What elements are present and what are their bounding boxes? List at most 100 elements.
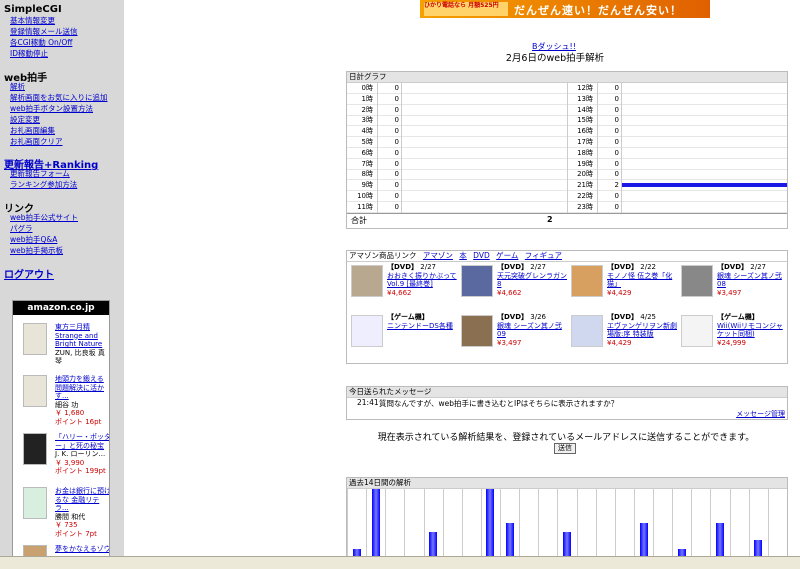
hour-row: 9時 0 — [347, 180, 567, 190]
message-manage-link[interactable]: メッセージ管理 — [736, 409, 785, 419]
amazon-item-title[interactable]: 地頭力を鍛える 問題解決に活かす... — [55, 375, 109, 401]
product-category: 【DVD】 — [497, 263, 529, 271]
sidebar-item-ranking[interactable]: ランキング参加方法 — [10, 180, 77, 189]
product-image[interactable] — [681, 315, 713, 347]
tab-dvd[interactable]: DVD — [473, 251, 490, 260]
product-text: 【DVD】 4/25 エヴァンゲリヲン新劇場版:序 特装版 ¥4,429 — [607, 313, 677, 347]
sidebar-item-id-stop[interactable]: ID稼動停止 — [10, 49, 48, 58]
book-cover-image[interactable] — [23, 433, 47, 465]
hour-row: 7時 0 — [347, 159, 567, 169]
hour-bar — [622, 183, 787, 188]
sidebar-item-mail[interactable]: 登録情報メール送信 — [10, 27, 78, 36]
send-description: 現在表示されている解析結果を、登録されているメールアドレスに送信することができま… — [377, 433, 755, 443]
book-cover-image[interactable] — [23, 545, 47, 556]
product-name[interactable]: モノノ怪 伍之巻「化猫」 — [607, 272, 672, 289]
book-cover-image[interactable] — [23, 323, 47, 355]
product-date: 2/22 — [640, 263, 657, 271]
sidebar-item-bbs[interactable]: web拍手掲示板 — [10, 246, 63, 255]
product-name[interactable]: Wii(Wiiリモコンジャケット同梱) — [717, 322, 783, 339]
product-name[interactable]: 銀魂 シーズン其ノ弐 09 — [497, 322, 562, 339]
hour-row: 18時 0 — [567, 148, 787, 158]
product-image[interactable] — [351, 265, 383, 297]
product-item[interactable]: 【ゲーム機】 Wii(Wiiリモコンジャケット同梱) ¥24,999 — [679, 313, 785, 353]
book-cover-image[interactable] — [23, 375, 47, 407]
day-divider — [634, 489, 635, 557]
sidebar-item-analysis[interactable]: 解析 — [10, 82, 25, 91]
hour-value: 0 — [394, 170, 399, 179]
product-text: 【DVD】 3/26 銀魂 シーズン其ノ弐 09 ¥3,497 — [497, 313, 567, 347]
hour-row: 0時 0 — [347, 83, 567, 93]
hour-value: 0 — [394, 148, 399, 157]
hour-value: 0 — [394, 159, 399, 168]
product-item[interactable]: 【DVD】 2/27 銀魂 シーズン其ノ弐 08 ¥3,497 — [679, 263, 785, 303]
sidebar-item-thanks-clear[interactable]: お礼画面クリア — [10, 137, 63, 146]
amazon-item-title[interactable]: 夢をかなえるゾウ — [55, 545, 109, 554]
sidebar-item-settings[interactable]: 設定変更 — [10, 115, 40, 124]
product-name[interactable]: 天元突破グレンラガン 8 — [497, 272, 567, 289]
hour-value: 0 — [614, 192, 619, 200]
hour-row: 8時 0 — [347, 169, 567, 179]
amazon-item-points: ポイント 16pt — [55, 417, 102, 426]
sidebar-item-button-setup[interactable]: web拍手ボタン設置方法 — [10, 104, 93, 113]
amazon-item-title[interactable]: 「ハリー・ポッター」と死の秘宝 — [55, 433, 109, 450]
hour-value: 0 — [394, 105, 399, 114]
product-image[interactable] — [681, 265, 713, 297]
amazon-item-title[interactable]: 東方三月精 Strange and Bright Nature — [55, 323, 109, 349]
sidebar-item-update-form[interactable]: 更新報告フォーム — [10, 169, 70, 178]
product-name[interactable]: 銀魂 シーズン其ノ弐 08 — [717, 272, 782, 289]
day-divider — [404, 489, 405, 557]
tab-amazon[interactable]: アマゾン — [423, 251, 453, 260]
hour-label: 10時 — [357, 192, 373, 200]
send-button[interactable]: 送信 — [554, 443, 576, 454]
sidebar-item-basic-info[interactable]: 基本情報変更 — [10, 16, 55, 25]
amazon-item-title[interactable]: お金は銀行に預けるな 金融リテラ... — [55, 487, 109, 513]
product-text: 【ゲーム機】 ニンテンドーDS各種 — [387, 313, 457, 330]
product-image[interactable] — [461, 315, 493, 347]
day-bar — [754, 540, 762, 557]
product-text: 【DVD】 2/22 モノノ怪 伍之巻「化猫」 ¥4,429 — [607, 263, 677, 297]
product-name[interactable]: ニンテンドーDS各種 — [387, 322, 453, 330]
amazon-item-points: ポイント 199pt — [55, 467, 106, 475]
sidebar-item-pagura[interactable]: パグラ — [10, 224, 33, 233]
hour-row: 10時 0 — [347, 191, 567, 201]
ad-banner[interactable]: ひかり電話なら 月額525円 だんぜん速い！だんぜん安い！ — [420, 0, 710, 18]
hour-label: 15時 — [577, 116, 593, 125]
product-image[interactable] — [461, 265, 493, 297]
amazon-logo[interactable]: amazon.co.jp — [13, 301, 109, 315]
product-item[interactable]: 【DVD】 3/26 銀魂 シーズン其ノ弐 09 ¥3,497 — [459, 313, 565, 353]
hour-label: 17時 — [577, 138, 593, 146]
sidebar-item-favorite[interactable]: 解析画面をお気に入りに追加 — [10, 93, 108, 102]
tab-figures[interactable]: フィギュア — [525, 251, 562, 260]
sidebar-item-qa[interactable]: web拍手Q&A — [10, 235, 57, 244]
tab-books[interactable]: 本 — [459, 251, 467, 260]
sidebar-item-cgi-toggle[interactable]: 各CGI稼動 On/Off — [10, 38, 72, 47]
product-price: ¥3,497 — [497, 338, 522, 347]
product-price: ¥4,662 — [497, 288, 522, 297]
book-cover-image[interactable] — [23, 487, 47, 519]
hour-label: 4時 — [361, 127, 373, 136]
product-image[interactable] — [571, 315, 603, 347]
product-item[interactable]: 【ゲーム機】 ニンテンドーDS各種 — [349, 313, 455, 353]
day-divider — [672, 489, 673, 557]
day-divider — [385, 489, 386, 557]
sidebar-item-thanks-edit[interactable]: お礼画面編集 — [10, 126, 55, 135]
product-name[interactable]: エヴァンゲリヲン新劇場版:序 特装版 — [607, 322, 677, 339]
day-bar — [429, 531, 437, 557]
product-item[interactable]: 【DVD】 4/25 エヴァンゲリヲン新劇場版:序 特装版 ¥4,429 — [569, 313, 677, 353]
product-image[interactable] — [571, 265, 603, 297]
product-image[interactable] — [351, 315, 383, 347]
product-item[interactable]: 【DVD】 2/27 おおきく振りかぶって Vol.9 [最終巻] ¥4,662 — [349, 263, 457, 303]
hour-label: 12時 — [577, 84, 593, 92]
product-item[interactable]: 【DVD】 2/22 モノノ怪 伍之巻「化猫」 ¥4,429 — [569, 263, 675, 303]
day-divider — [366, 489, 367, 557]
hour-value: 0 — [394, 181, 399, 190]
sidebar-item-official[interactable]: web拍手公式サイト — [10, 213, 78, 222]
logout-link[interactable]: ログアウト — [4, 266, 54, 281]
product-name[interactable]: おおきく振りかぶって Vol.9 [最終巻] — [387, 272, 457, 289]
day-divider — [443, 489, 444, 557]
tab-games[interactable]: ゲーム — [496, 251, 518, 260]
product-item[interactable]: 【DVD】 2/27 天元突破グレンラガン 8 ¥4,662 — [459, 263, 567, 303]
hourly-graph-heading: 日計グラフ — [347, 72, 787, 83]
hour-label: 3時 — [361, 116, 373, 125]
hour-label: 11時 — [357, 202, 373, 211]
